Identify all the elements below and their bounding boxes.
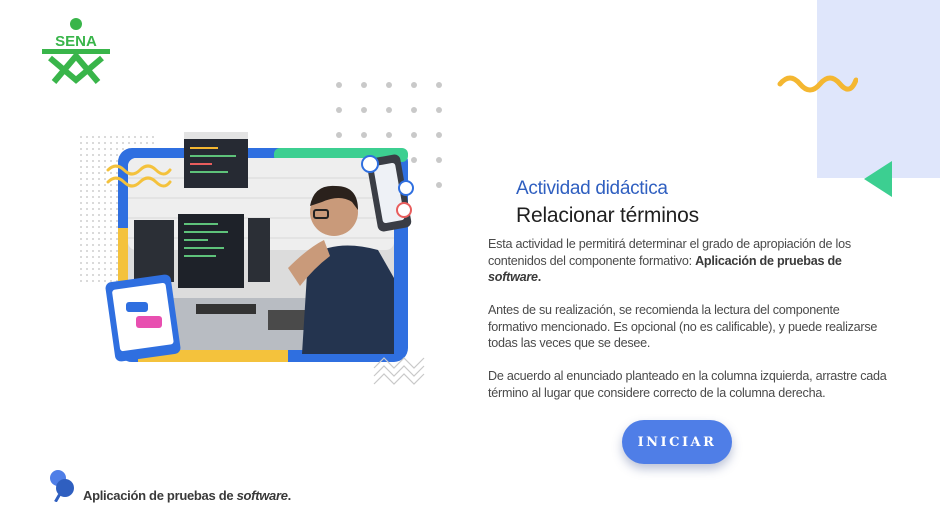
start-button[interactable]: INICIAR	[622, 420, 732, 464]
instructions-paragraph: De acuerdo al enunciado planteado en la …	[488, 369, 887, 400]
recommendation-paragraph: Antes de su realización, se recomienda l…	[488, 303, 878, 351]
intro-paragraph: Esta actividad le permitirá determinar e…	[488, 236, 890, 286]
sena-logo-icon: SENA	[42, 18, 110, 84]
logo-text: SENA	[55, 33, 97, 50]
page-title: Relacionar términos	[516, 204, 699, 227]
wave-decoration-icon	[777, 75, 858, 93]
pushpin-icon	[50, 470, 74, 502]
activity-subtitle: Actividad didáctica	[516, 178, 668, 199]
developer-illustration	[80, 132, 425, 385]
triangle-decoration-icon	[864, 161, 892, 197]
footer-course-name: Aplicación de pruebas de software.	[83, 488, 291, 503]
sena-logo: SENA	[40, 18, 112, 84]
